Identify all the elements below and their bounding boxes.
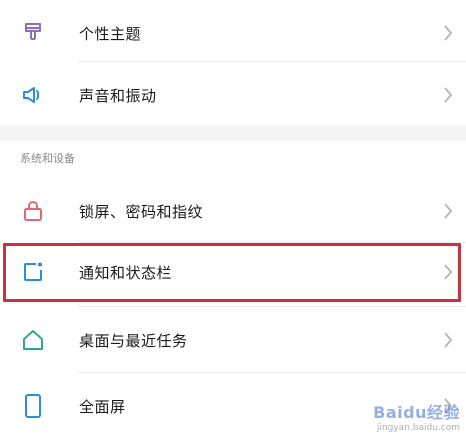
chevron-right-icon [444, 25, 453, 41]
chevron-right-icon [444, 332, 453, 348]
settings-row-label: 个性主题 [79, 24, 142, 43]
lock-icon [20, 198, 46, 224]
settings-row-theme[interactable]: 个性主题 [0, 0, 466, 66]
highlight-box [3, 243, 461, 302]
home-icon [20, 327, 46, 353]
baidu-watermark: Baidu经验 jingyan.baidu.com [373, 399, 460, 433]
settings-row-label: 桌面与最近任务 [79, 331, 188, 350]
settings-row-label: 声音和振动 [79, 86, 157, 105]
settings-row-label: 锁屏、密码和指纹 [79, 202, 204, 221]
section-header: 系统和设备 [20, 152, 75, 165]
watermark-text: Baidu经验 [373, 403, 460, 422]
settings-row-label: 全面屏 [79, 397, 126, 416]
settings-row-sound[interactable]: 声音和振动 [0, 62, 466, 128]
settings-row-desktop[interactable]: 桌面与最近任务 [0, 307, 466, 373]
settings-row-lockscreen[interactable]: 锁屏、密码和指纹 [0, 178, 466, 244]
chevron-right-icon [444, 203, 453, 219]
chevron-right-icon [444, 87, 453, 103]
theme-brush-icon [20, 20, 46, 46]
speaker-icon [20, 82, 46, 108]
phone-screen-icon [20, 393, 46, 419]
section-gap [0, 125, 466, 141]
watermark-subtext: jingyan.baidu.com [376, 423, 460, 433]
